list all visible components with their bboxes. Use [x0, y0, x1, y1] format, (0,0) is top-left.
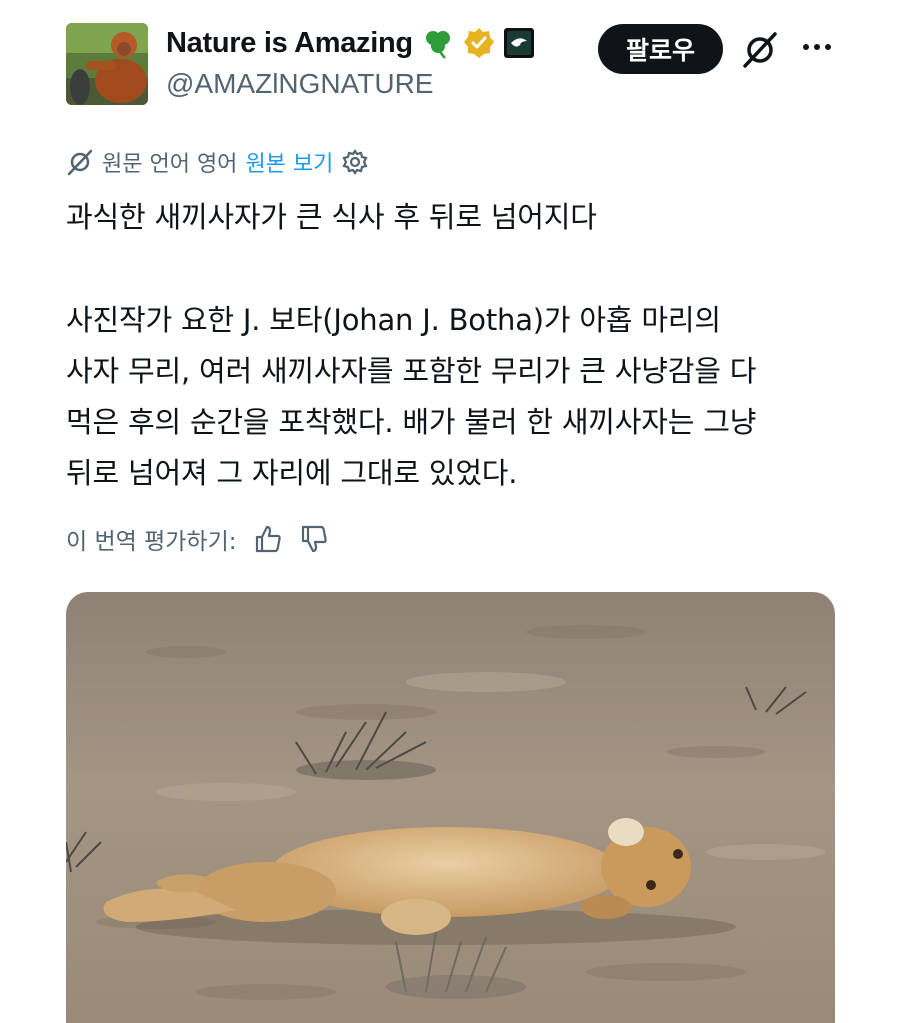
tweet-title: 과식한 새끼사자가 큰 식사 후 뒤로 넘어지다 [66, 200, 597, 234]
author-display-name[interactable]: Nature is Amazing [166, 27, 413, 60]
verified-badge-icon[interactable] [463, 27, 495, 59]
translation-settings-gear-icon[interactable] [341, 148, 369, 176]
tweet-body-line: 먹은 후의 순간을 포착했다. 배가 불러 한 새끼사자는 그냥 [66, 405, 757, 439]
source-language-label: 원문 언어 영어 [102, 152, 238, 177]
rating-label: 이 번역 평가하기: [66, 529, 237, 555]
shamrock-icon [421, 26, 455, 60]
show-original-link[interactable]: 원본 보기 [245, 146, 333, 178]
thumbs-down-icon[interactable] [299, 524, 329, 554]
tweet-body-line: 사진작가 요한 J. 보타(Johan J. Botha)가 아홉 마리의 [66, 303, 721, 337]
tweet-text: 과식한 새끼사자가 큰 식사 후 뒤로 넘어지다 사진작가 요한 J. 보타(J… [66, 192, 856, 499]
lion-cub-photo-icon [66, 592, 835, 1023]
follow-button[interactable]: 팔로우 [598, 24, 723, 74]
translation-rating: 이 번역 평가하기: [66, 522, 329, 556]
thumbs-up-icon[interactable] [253, 524, 283, 554]
translate-grok-icon [66, 148, 94, 176]
author-name-row: Nature is Amazing [166, 26, 535, 60]
tweet-body-line: 사자 무리, 여러 새끼사자를 포함한 무리가 큰 사냥감을 다 [66, 354, 757, 388]
orangutan-avatar-icon [66, 23, 148, 105]
affiliate-badge-icon[interactable] [503, 27, 535, 59]
translation-bar: 원문 언어 영어 원본 보기 [66, 146, 369, 178]
tweet-media-image[interactable] [66, 592, 835, 1023]
tweet-body-line: 뒤로 넘어져 그 자리에 그대로 있었다. [66, 456, 518, 490]
tweet-page: Nature is Amazing @AMAZlNGNATURE 팔로우 원문 … [0, 0, 900, 1023]
grok-icon[interactable] [740, 30, 780, 70]
author-avatar[interactable] [66, 23, 148, 105]
author-handle[interactable]: @AMAZlNGNATURE [166, 68, 433, 100]
more-options-icon[interactable] [800, 30, 834, 64]
